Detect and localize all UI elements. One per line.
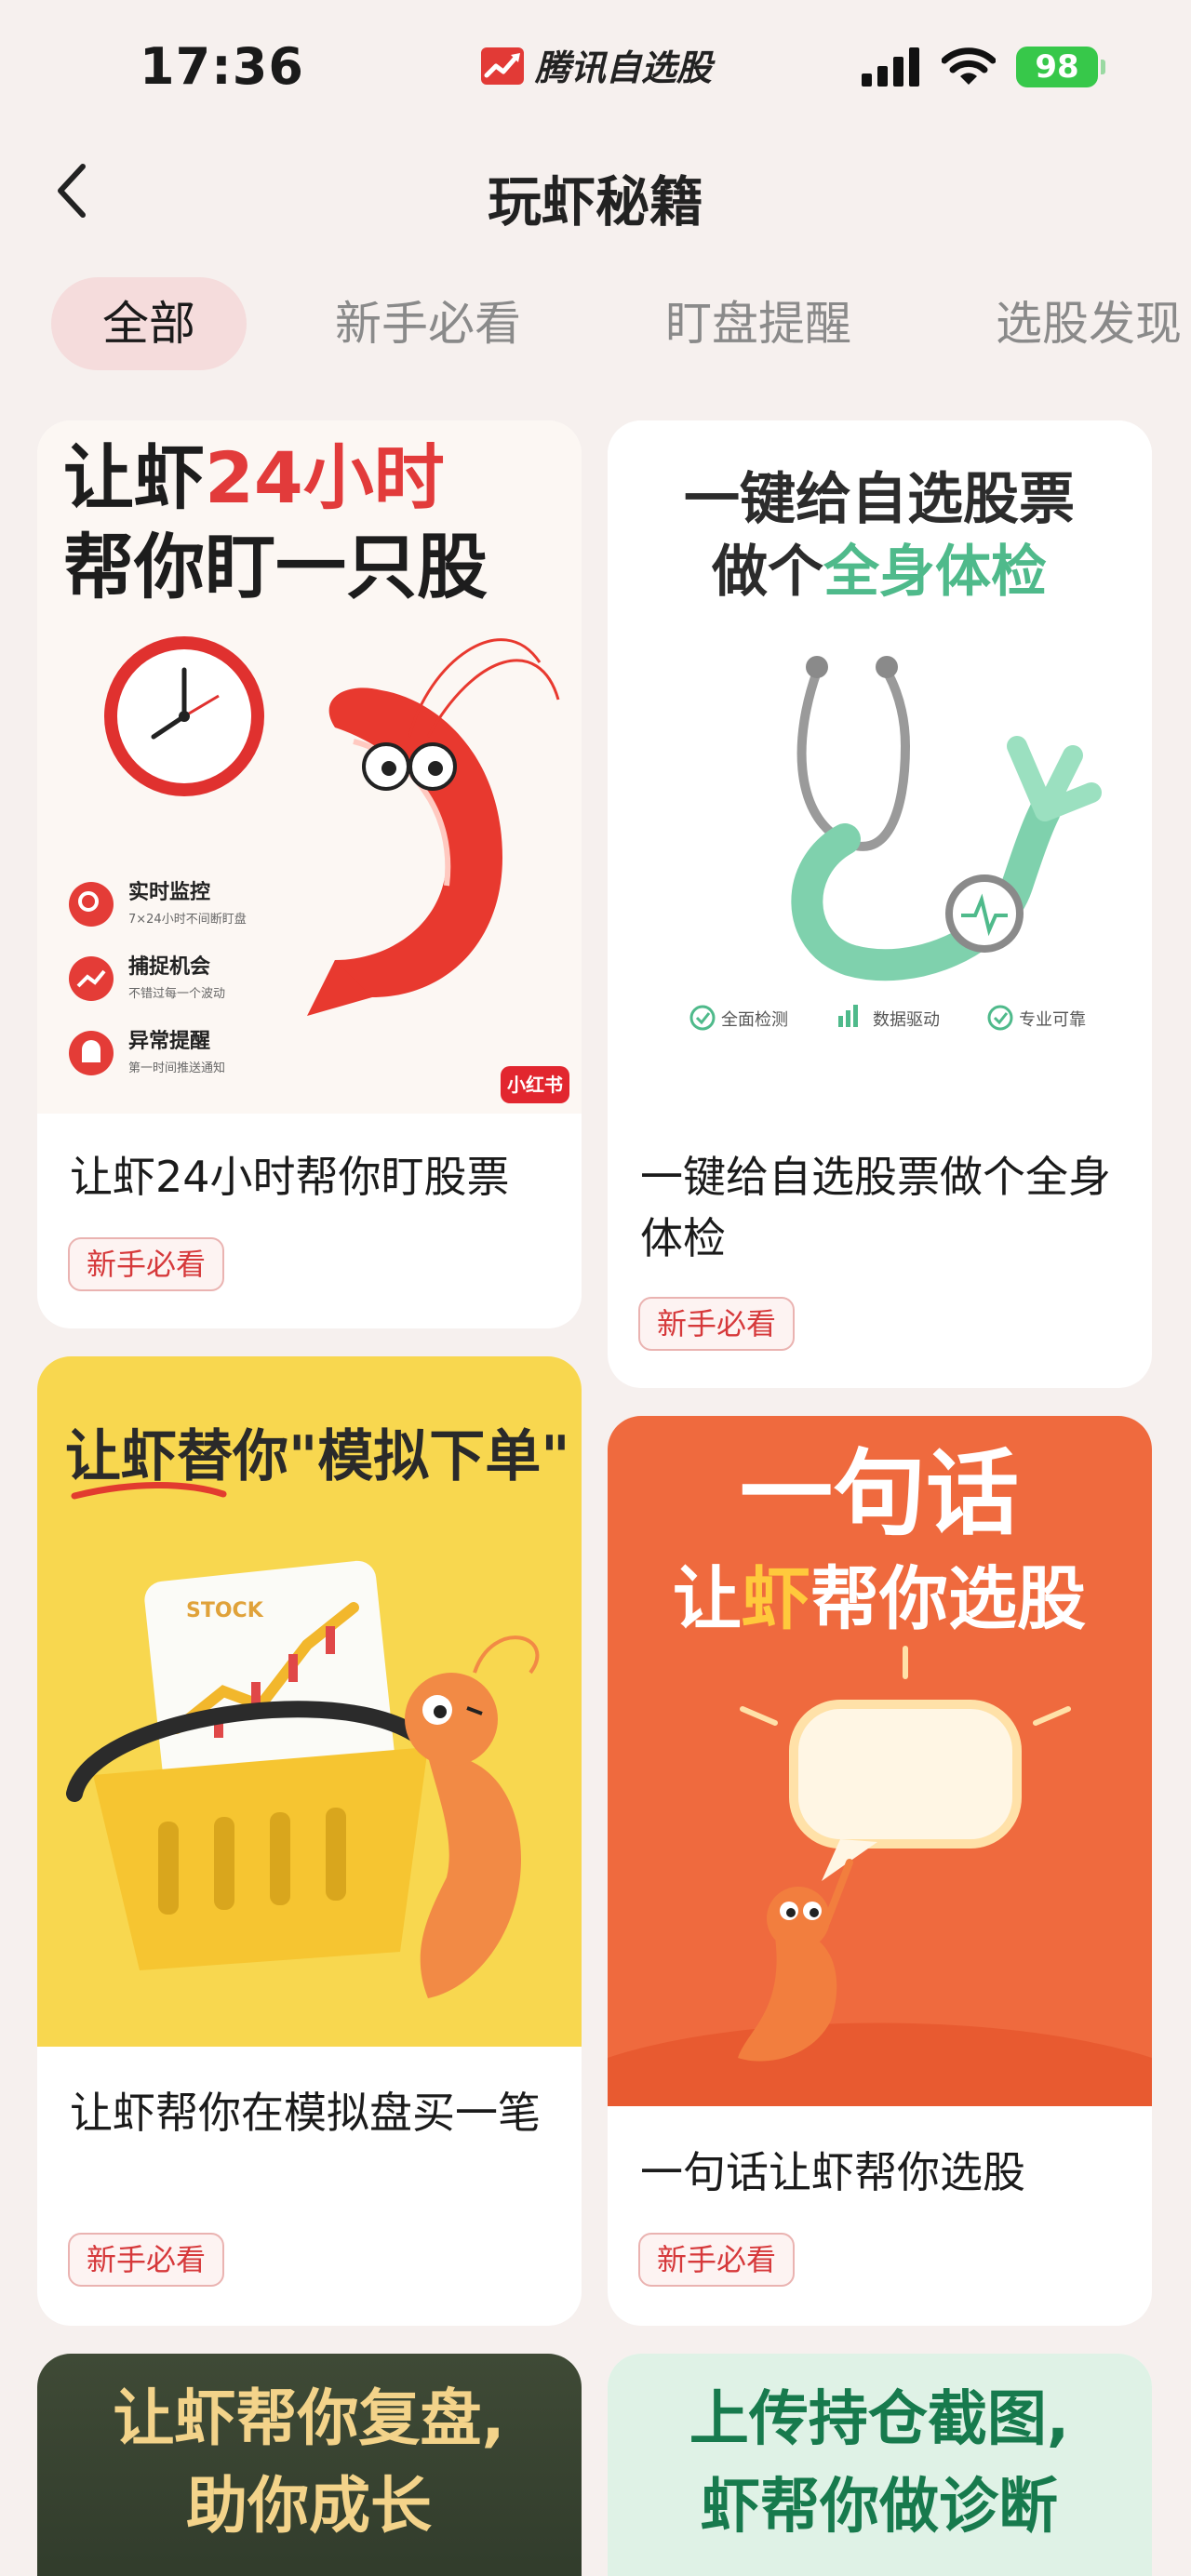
article-card[interactable]: 让虾24小时 帮你盯一只股 实时监控 7×24小时不间断盯盘 捕捉机会 不错过每…	[37, 420, 582, 1328]
app-logo-icon	[481, 47, 524, 85]
page-title: 玩虾秘籍	[487, 170, 703, 234]
svg-text:异常提醒: 异常提醒	[128, 1029, 210, 1053]
nav-bar: 玩虾秘籍	[0, 140, 1191, 244]
speech-bubble-icon	[740, 1646, 1071, 1881]
card-cover-image: 让虾24小时 帮你盯一只股 实时监控 7×24小时不间断盯盘 捕捉机会 不错过每…	[37, 420, 582, 1114]
article-card[interactable]: 让虾替你"模拟下单" STOCK 让虾帮你在模拟盘买一笔 新手必看	[37, 1356, 582, 2326]
article-card[interactable]: 上传持仓截图, 虾帮你做诊断	[608, 2354, 1152, 2576]
feature-list: 实时监控 7×24小时不间断盯盘 捕捉机会 不错过每一个波动 异常提醒 第一时间…	[69, 880, 247, 1075]
tab-all[interactable]: 全部	[51, 277, 247, 370]
card-cover-image: 让虾帮你复盘, 助你成长	[37, 2354, 582, 2576]
card-cover-image: 让虾替你"模拟下单" STOCK	[37, 1356, 582, 2047]
cover-headline-line1: 让虾帮你复盘,	[113, 2382, 504, 2454]
status-app: 腾讯自选股	[479, 39, 712, 90]
cover-headline-a: 让虾	[63, 436, 205, 519]
card-cover-image: 上传持仓截图, 虾帮你做诊断	[608, 2354, 1152, 2576]
cover-headline-b: 24小时	[205, 436, 445, 519]
battery-level: 98	[1035, 48, 1079, 86]
status-bar: 17:36 腾讯自选股 98	[0, 0, 1191, 140]
svg-text:STOCK: STOCK	[186, 1599, 264, 1622]
article-card[interactable]: 一键给自选股票 做个全身体检 全面检测 数据驱动 专业可靠 一键给自选股票做个全…	[608, 420, 1152, 1388]
svg-text:做个全身体检: 做个全身体检	[711, 540, 1047, 605]
svg-text:让虾替你"模拟下单": 让虾替你"模拟下单"	[65, 1424, 570, 1489]
article-card[interactable]: 让虾帮你复盘, 助你成长	[37, 2354, 582, 2576]
svg-text:第一时间推送通知: 第一时间推送通知	[128, 1061, 225, 1075]
status-app-name: 腾讯自选股	[535, 47, 713, 88]
card-title: 一键给自选股票做个全身体检	[640, 1152, 1111, 1263]
svg-text:让虾24小时: 让虾24小时	[63, 436, 445, 519]
tab-beginner[interactable]: 新手必看	[335, 277, 521, 370]
card-tag: 新手必看	[68, 2233, 225, 2287]
tab-watch-alert[interactable]: 盯盘提醒	[665, 277, 851, 370]
card-tag: 新手必看	[638, 2233, 796, 2287]
svg-text:不错过每一个波动: 不错过每一个波动	[128, 986, 225, 1001]
card-tag: 新手必看	[638, 1297, 796, 1351]
svg-text:7×24小时不间断盯盘: 7×24小时不间断盯盘	[128, 912, 247, 927]
article-card[interactable]: 一句话 让虾帮你选股 一句话让虾帮你选股 新手必看	[608, 1416, 1152, 2326]
svg-text:捕捉机会: 捕捉机会	[128, 954, 210, 979]
status-icons: 98	[862, 47, 1105, 87]
svg-text:让虾帮你选股: 让虾帮你选股	[673, 1559, 1086, 1639]
cover-headline-line2: 助你成长	[186, 2470, 432, 2542]
tab-stock-discovery[interactable]: 选股发现	[996, 277, 1182, 370]
xiaohongshu-badge: 小红书	[507, 1074, 563, 1096]
card-title: 让虾帮你在模拟盘买一笔	[70, 2088, 541, 2138]
status-time: 17:36	[140, 37, 304, 96]
card-title: 让虾24小时帮你盯股票	[70, 1152, 510, 1202]
card-tag: 新手必看	[68, 1237, 225, 1291]
cover-headline-line1: 一句话	[740, 1439, 1019, 1548]
category-tabs: 全部 新手必看 盯盘提醒 选股发现	[0, 277, 1191, 370]
signal-icon	[862, 47, 919, 87]
shrimp-mascot-icon	[405, 1635, 540, 1998]
svg-text:全面检测: 全面检测	[721, 1010, 788, 1030]
cover-headline-line1: 上传持仓截图,	[689, 2385, 1069, 2454]
svg-text:数据驱动: 数据驱动	[873, 1010, 940, 1030]
feature-row: 全面检测 数据驱动 专业可靠	[689, 1005, 1086, 1031]
svg-text:专业可靠: 专业可靠	[1019, 1010, 1086, 1030]
card-title: 一句话让虾帮你选股	[640, 2147, 1025, 2197]
card-cover-image: 一句话 让虾帮你选股	[608, 1416, 1152, 2106]
battery-icon: 98	[1016, 47, 1105, 87]
svg-text:实时监控: 实时监控	[128, 880, 210, 904]
cover-headline-line2: 虾帮你做诊断	[701, 2473, 1058, 2542]
wifi-icon	[942, 47, 996, 85]
cover-headline-line2: 帮你盯一只股	[63, 526, 488, 608]
shrimp-mascot-icon	[307, 638, 560, 1016]
clock-icon	[104, 636, 264, 796]
cover-headline-line1: 一键给自选股票	[684, 467, 1075, 532]
card-cover-image: 一键给自选股票 做个全身体检 全面检测 数据驱动 专业可靠	[608, 420, 1152, 1114]
stethoscope-shrimp-icon	[791, 656, 1102, 981]
